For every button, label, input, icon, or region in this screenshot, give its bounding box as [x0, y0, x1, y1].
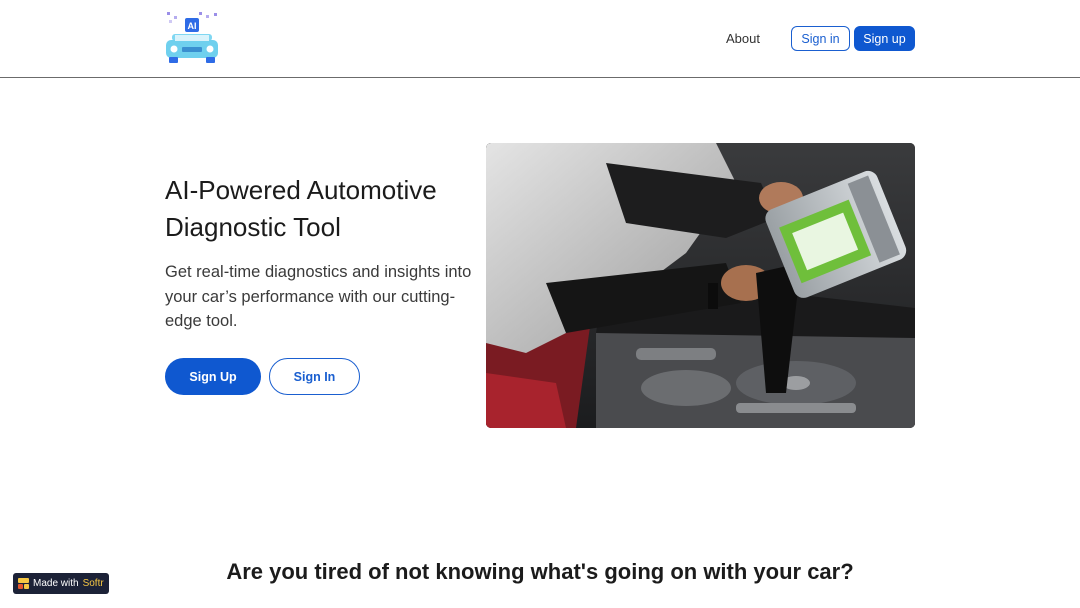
hero-signin-button[interactable]: Sign In	[269, 358, 360, 395]
hero-subtitle: Get real-time diagnostics and insights i…	[165, 263, 472, 330]
header-signin-button[interactable]: Sign in	[791, 26, 850, 51]
svg-text:AI: AI	[188, 21, 197, 31]
badge-prefix: Made with	[33, 578, 79, 589]
softr-logo-icon	[18, 578, 29, 589]
made-with-softr-badge[interactable]: Made with Softr	[13, 573, 109, 594]
ai-car-logo-icon[interactable]: AI	[164, 10, 220, 66]
hero-signup-button[interactable]: Sign Up	[165, 358, 261, 395]
badge-brand: Softr	[82, 578, 104, 589]
mechanic-pouring-oil-image	[486, 143, 915, 428]
site-header: AI About Sign in Sign up	[0, 0, 1080, 78]
nav-about-link[interactable]: About	[726, 31, 760, 46]
section-heading: Are you tired of not knowing what's goin…	[226, 559, 854, 584]
header-signup-button[interactable]: Sign up	[854, 26, 915, 51]
hero-title: AI-Powered Automotive Diagnostic Tool	[165, 175, 437, 242]
